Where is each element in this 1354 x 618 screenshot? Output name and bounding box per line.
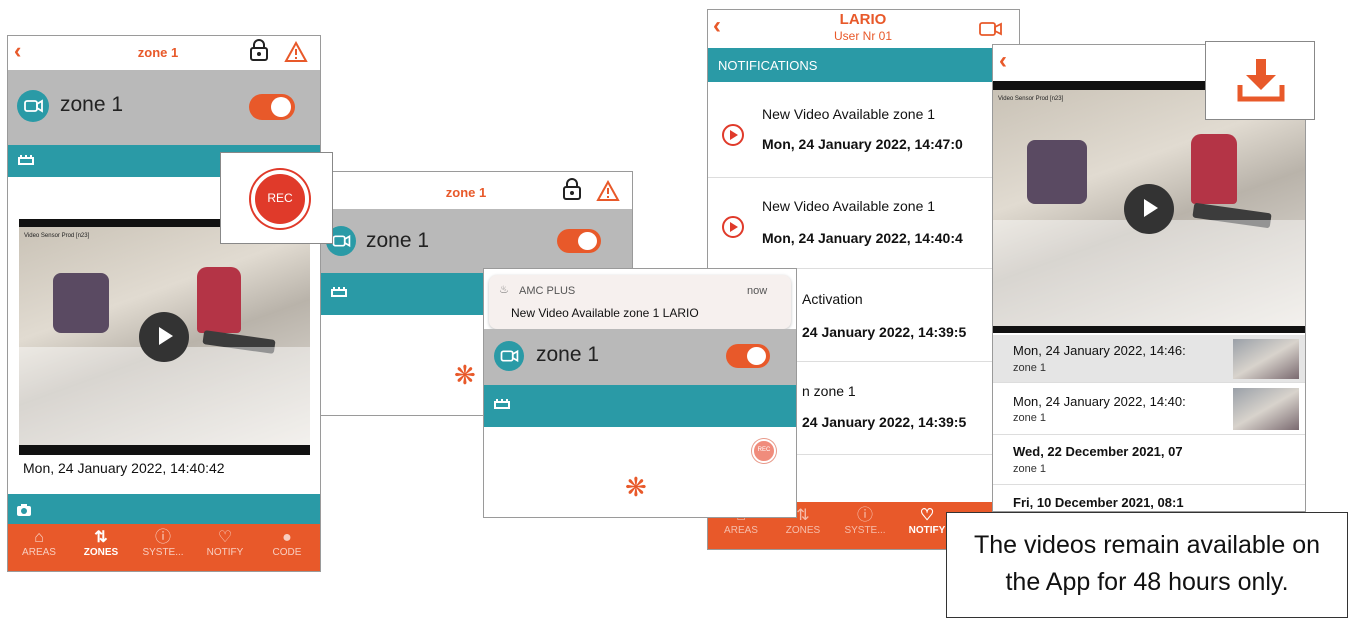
zone-label: zone 1: [366, 229, 430, 252]
zone-toggle[interactable]: [726, 344, 770, 368]
notification-item[interactable]: New Video Available zone 1 Mon, 24 Janua…: [708, 178, 1019, 269]
padlock-icon[interactable]: [249, 39, 269, 67]
push-message: New Video Available zone 1 LARIO: [511, 306, 699, 320]
bottom-nav: ⌂ AREAS ⇅ ZONES ⓘ SYSTE... ♡ NOTIFY ● CODE: [8, 524, 320, 571]
camera-snapshot-icon[interactable]: [17, 503, 31, 521]
play-circle-icon[interactable]: [722, 124, 744, 146]
zone-label: zone 1: [60, 93, 124, 116]
notifications-header: NOTIFICATIONS: [708, 48, 1019, 82]
header-bar: ‹ zone 1: [8, 36, 320, 70]
user-icon: ●: [282, 529, 292, 546]
camera-icon: [17, 90, 49, 122]
film-icon[interactable]: [494, 398, 510, 416]
nav-system[interactable]: ⓘ SYSTE...: [836, 507, 894, 536]
warning-triangle-icon[interactable]: [596, 179, 620, 207]
zone-row: zone 1: [8, 70, 320, 145]
nav-zones[interactable]: ⇅ ZONES: [72, 529, 130, 558]
nav-areas[interactable]: ⌂AREAS: [10, 529, 68, 558]
info-icon: ⓘ: [856, 507, 873, 524]
zone-label: zone 1: [536, 343, 600, 366]
zones-icon: ⇅: [94, 529, 108, 546]
camera-band: [8, 494, 320, 524]
app-bell-icon: ♨: [499, 284, 509, 296]
section-title: NOTIFICATIONS: [718, 58, 818, 73]
push-banner[interactable]: ♨ AMC PLUS now New Video Available zone …: [489, 275, 791, 329]
screen-zone-detail: ‹ zone 1 zone 1 Video Sensor Prod [n23] …: [7, 35, 321, 572]
zone-row: zone 1: [484, 329, 796, 385]
push-time: now: [747, 285, 768, 297]
download-callout: [1205, 41, 1315, 120]
video-overlay-text: Video Sensor Prod [n23]: [24, 233, 90, 239]
warning-triangle-icon[interactable]: [284, 40, 308, 68]
video-list-item[interactable]: Mon, 24 January 2022, 14:46: zone 1: [993, 335, 1305, 383]
video-list-item[interactable]: Mon, 24 January 2022, 14:40: zone 1: [993, 383, 1305, 435]
play-circle-icon[interactable]: [722, 216, 744, 238]
bell-camera-icon: ♡: [217, 529, 233, 546]
push-app-name: AMC PLUS: [519, 285, 576, 297]
loading-spinner-icon: ❋: [454, 360, 476, 390]
play-button[interactable]: [1124, 184, 1174, 234]
notification-item[interactable]: New Video Available zone 1 Mon, 24 Janua…: [708, 82, 1019, 178]
rec-callout: REC: [220, 152, 333, 244]
video-list-item[interactable]: Wed, 22 December 2021, 07 zone 1: [993, 435, 1305, 485]
caption-line-2: the App for 48 hours only.: [1005, 568, 1289, 596]
video-list-item[interactable]: Fri, 10 December 2021, 08:1: [993, 485, 1305, 511]
toolbar-band: [484, 385, 796, 427]
camera-icon: [494, 341, 524, 371]
nav-notify[interactable]: ♡ NOTIFY: [196, 529, 254, 558]
user-subtitle: User Nr 01: [833, 29, 892, 43]
zone-row: zone 1: [321, 209, 632, 273]
download-icon[interactable]: [1237, 57, 1285, 108]
video-thumbnail: [1233, 339, 1299, 379]
padlock-icon[interactable]: [562, 178, 582, 205]
video-thumbnail: [1233, 388, 1299, 430]
film-icon[interactable]: [18, 154, 34, 172]
nav-system[interactable]: ⓘ SYSTE...: [134, 529, 192, 558]
zone-toggle[interactable]: [557, 229, 601, 253]
rec-button[interactable]: REC: [251, 170, 309, 228]
back-chevron-icon[interactable]: ‹: [713, 12, 721, 40]
page-title: zone 1: [137, 45, 179, 60]
film-icon[interactable]: [331, 286, 347, 304]
back-chevron-icon[interactable]: ‹: [14, 38, 21, 64]
video-timestamp: Mon, 24 January 2022, 14:40:42: [23, 460, 225, 476]
caption-line-1: The videos remain available on: [973, 531, 1321, 559]
rec-indicator[interactable]: REC: [752, 439, 776, 463]
info-caption: The videos remain available on the App f…: [946, 512, 1348, 618]
video-camera-icon[interactable]: [979, 21, 1003, 42]
loading-spinner-icon: ❋: [625, 472, 647, 502]
video-overlay-text: Video Sensor Prod [n23]: [998, 96, 1064, 102]
house-icon: ⌂: [34, 529, 44, 546]
play-button[interactable]: [139, 312, 189, 362]
back-chevron-icon[interactable]: ‹: [999, 47, 1007, 75]
info-icon: ⓘ: [154, 529, 171, 546]
page-title: zone 1: [445, 185, 487, 200]
screen-push-notification: ♨ AMC PLUS now New Video Available zone …: [483, 268, 797, 518]
app-title: LARIO: [839, 11, 887, 28]
nav-code[interactable]: ● CODE: [258, 529, 316, 558]
zone-toggle[interactable]: [249, 94, 295, 120]
